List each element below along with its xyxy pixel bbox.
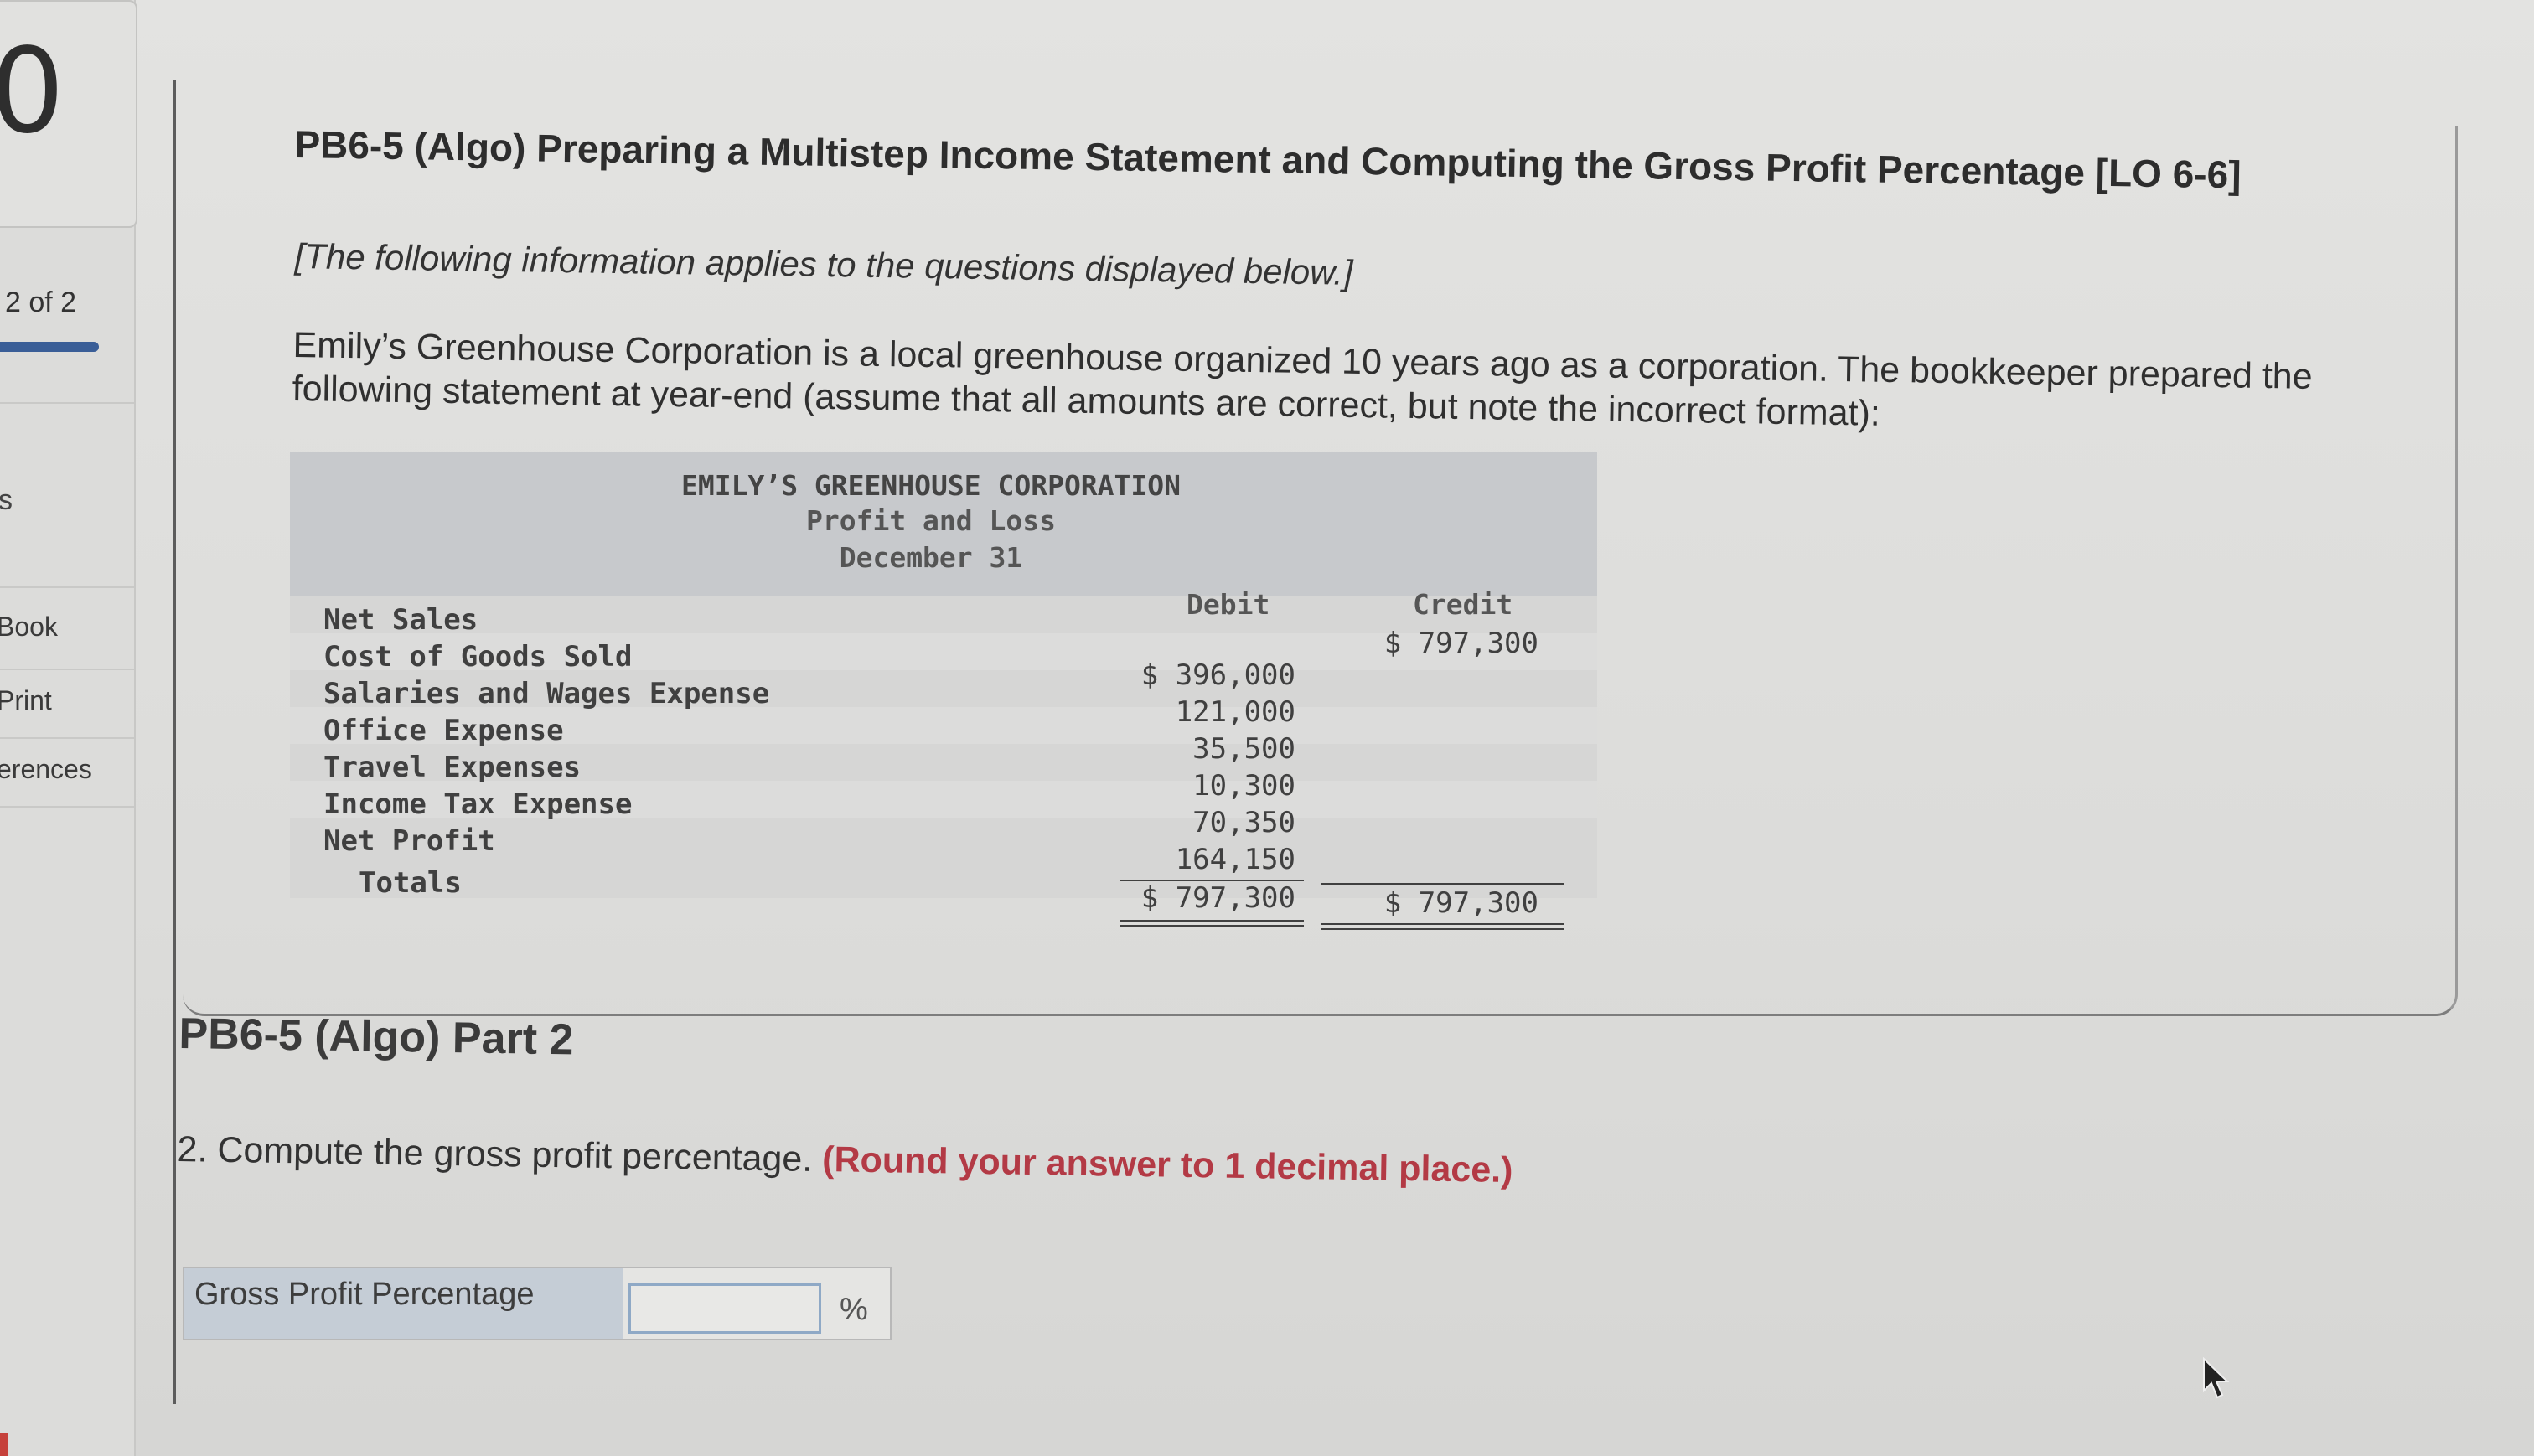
debit-double-rule (1120, 925, 1304, 927)
sidebar-divider (0, 402, 134, 404)
status-marker (0, 1433, 8, 1456)
gross-profit-percentage-input[interactable] (628, 1283, 821, 1334)
statement-subtitle: Profit and Loss (805, 504, 1056, 537)
sidebar-fragment: s (0, 484, 13, 516)
question-hint: (Round your answer to 1 decimal place.) (821, 1139, 1513, 1191)
statement-company: EMILY’S GREENHOUSE CORPORATION (680, 469, 1182, 502)
row-label: Office Expense (323, 714, 564, 747)
totals-label: Totals (359, 866, 462, 900)
debit-column-header: Debit (1187, 588, 1270, 621)
statement-date: December 31 (839, 541, 1023, 574)
row-label: Income Tax Expense (323, 787, 633, 821)
sidebar-divider (0, 806, 134, 808)
sidebar-divider (0, 669, 134, 670)
question-progress-label: 2 of 2 (5, 287, 77, 318)
score-value: 0 (0, 23, 65, 160)
sidebar-item-print[interactable]: Print (0, 685, 52, 716)
row-debit: 35,500 (1192, 732, 1295, 766)
mouse-pointer-icon (2203, 1357, 2230, 1399)
credit-column-header: Credit (1413, 588, 1513, 621)
row-label: Cost of Goods Sold (323, 640, 633, 674)
credit-sum-line (1321, 883, 1564, 885)
question-body: Compute the gross profit percentage. (217, 1129, 813, 1180)
sidebar-item-references[interactable]: erences (0, 754, 92, 785)
row-debit: $ 396,000 (1140, 658, 1295, 692)
content-left-border (173, 80, 176, 1404)
row-debit: 70,350 (1192, 806, 1295, 839)
sidebar-item-book[interactable]: Book (0, 612, 58, 643)
credit-double-rule (1321, 928, 1564, 930)
page: 0 2 of 2 s Book Print erences PB6-5 (Alg… (0, 0, 2534, 1456)
sidebar-divider (0, 737, 134, 739)
row-label: Salaries and Wages Expense (323, 677, 770, 710)
sidebar: 0 2 of 2 s Book Print erences (0, 0, 137, 1456)
percent-unit: % (840, 1292, 868, 1327)
totals-credit: $ 797,300 (1383, 886, 1538, 920)
row-label: Travel Expenses (323, 751, 582, 784)
part-title: PB6-5 (Algo) Part 2 (178, 1009, 574, 1065)
answer-row: Gross Profit Percentage % (183, 1267, 892, 1340)
row-credit: $ 797,300 (1383, 627, 1538, 660)
row-label: Net Profit (323, 824, 495, 858)
credit-double-rule (1321, 923, 1564, 925)
debit-double-rule (1120, 920, 1304, 922)
profit-and-loss-statement: EMILY’S GREENHOUSE CORPORATION Profit an… (290, 452, 1597, 930)
totals-debit: $ 797,300 (1140, 881, 1295, 915)
question-number: 2. (177, 1129, 208, 1170)
row-debit: 164,150 (1175, 843, 1295, 876)
row-debit: 10,300 (1192, 769, 1295, 803)
question-text: 2. Compute the gross profit percentage. … (177, 1129, 1513, 1191)
row-debit: 121,000 (1175, 695, 1295, 729)
answer-label: Gross Profit Percentage (184, 1268, 623, 1339)
question-progress-bar (0, 342, 99, 352)
sidebar-divider (0, 586, 134, 588)
row-label: Net Sales (323, 603, 478, 637)
